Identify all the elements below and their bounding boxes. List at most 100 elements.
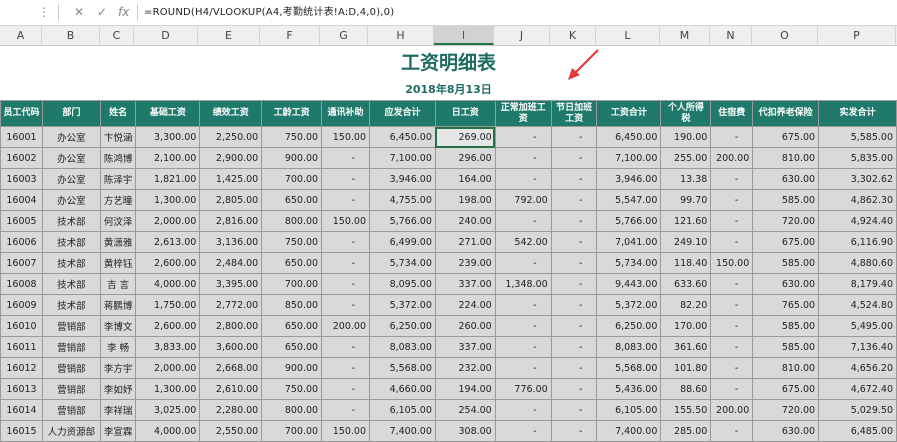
table-cell[interactable]: 技术部: [41, 294, 101, 316]
table-cell[interactable]: 164.00: [434, 168, 496, 190]
table-cell[interactable]: 营销部: [41, 399, 101, 421]
table-cell[interactable]: -: [321, 252, 371, 274]
column-header-j[interactable]: J: [494, 26, 550, 45]
table-cell[interactable]: 650.00: [261, 336, 323, 358]
table-cell[interactable]: 765.00: [752, 294, 820, 316]
table-cell[interactable]: 150.00: [321, 420, 371, 442]
column-header-d[interactable]: D: [134, 26, 198, 45]
table-cell[interactable]: 7,136.40: [818, 336, 897, 358]
table-cell[interactable]: 776.00: [494, 378, 552, 400]
table-cell[interactable]: -: [494, 315, 552, 337]
table-cell[interactable]: 4,672.40: [818, 378, 897, 400]
table-cell[interactable]: 675.00: [752, 126, 820, 148]
table-cell[interactable]: 800.00: [261, 210, 323, 232]
table-cell[interactable]: -: [321, 336, 371, 358]
table-cell[interactable]: -: [550, 168, 598, 190]
table-cell[interactable]: 585.00: [752, 336, 820, 358]
table-cell[interactable]: 营销部: [41, 357, 101, 379]
column-header-k[interactable]: K: [550, 26, 596, 45]
table-cell[interactable]: -: [494, 399, 552, 421]
table-cell[interactable]: 2,000.00: [135, 210, 201, 232]
table-cell[interactable]: 296.00: [434, 147, 496, 169]
table-cell[interactable]: 16003: [0, 168, 43, 190]
table-cell[interactable]: -: [710, 189, 754, 211]
table-cell[interactable]: 李博文: [99, 315, 137, 337]
table-cell[interactable]: 650.00: [261, 252, 323, 274]
table-cell[interactable]: 1,300.00: [135, 189, 201, 211]
table-header-cell[interactable]: 日工资: [434, 100, 496, 127]
table-cell[interactable]: 3,025.00: [135, 399, 201, 421]
table-cell[interactable]: 5,436.00: [596, 378, 662, 400]
table-cell[interactable]: 16012: [0, 357, 43, 379]
table-cell[interactable]: 9,443.00: [596, 273, 662, 295]
table-cell[interactable]: 700.00: [261, 420, 323, 442]
table-cell[interactable]: 4,000.00: [135, 420, 201, 442]
table-cell[interactable]: 2,816.00: [199, 210, 263, 232]
table-header-cell[interactable]: 工龄工资: [261, 100, 323, 127]
table-cell[interactable]: 4,755.00: [369, 189, 436, 211]
table-cell[interactable]: -: [494, 357, 552, 379]
table-cell[interactable]: 5,029.50: [818, 399, 897, 421]
table-header-cell[interactable]: 节日加班工资: [550, 100, 598, 127]
table-cell[interactable]: 7,100.00: [596, 147, 662, 169]
table-cell[interactable]: 800.00: [261, 399, 323, 421]
table-cell[interactable]: 255.00: [660, 147, 712, 169]
table-header-cell[interactable]: 实发合计: [818, 100, 897, 127]
table-cell[interactable]: 16013: [0, 378, 43, 400]
table-cell[interactable]: 850.00: [261, 294, 323, 316]
table-cell[interactable]: -: [321, 189, 371, 211]
table-cell[interactable]: 810.00: [752, 357, 820, 379]
table-cell[interactable]: 5,568.00: [596, 357, 662, 379]
table-header-cell[interactable]: 个人所得税: [660, 100, 712, 127]
table-cell[interactable]: 卞悦涵: [99, 126, 137, 148]
table-cell[interactable]: 2,280.00: [199, 399, 263, 421]
table-cell[interactable]: 1,300.00: [135, 378, 201, 400]
table-cell[interactable]: -: [321, 231, 371, 253]
table-cell[interactable]: 254.00: [434, 399, 496, 421]
table-cell[interactable]: 8,083.00: [596, 336, 662, 358]
table-cell[interactable]: 271.00: [434, 231, 496, 253]
enter-icon[interactable]: ✓: [97, 0, 107, 25]
table-cell[interactable]: 李 畅: [99, 336, 137, 358]
table-cell[interactable]: 155.50: [660, 399, 712, 421]
table-cell[interactable]: 792.00: [494, 189, 552, 211]
table-cell[interactable]: 3,136.00: [199, 231, 263, 253]
table-cell[interactable]: -: [321, 147, 371, 169]
table-cell[interactable]: 269.00: [434, 126, 496, 148]
table-cell[interactable]: 585.00: [752, 189, 820, 211]
table-cell[interactable]: -: [550, 189, 598, 211]
table-cell[interactable]: -: [550, 336, 598, 358]
table-header-cell[interactable]: 员工代码: [0, 100, 43, 127]
column-header-p[interactable]: P: [818, 26, 896, 45]
table-cell[interactable]: 7,400.00: [596, 420, 662, 442]
table-cell[interactable]: -: [550, 294, 598, 316]
table-cell[interactable]: 3,395.00: [199, 273, 263, 295]
table-cell[interactable]: 3,300.00: [135, 126, 201, 148]
table-cell[interactable]: 232.00: [434, 357, 496, 379]
table-cell[interactable]: -: [550, 210, 598, 232]
table-cell[interactable]: 900.00: [261, 357, 323, 379]
table-cell[interactable]: -: [321, 273, 371, 295]
table-cell[interactable]: -: [550, 126, 598, 148]
table-cell[interactable]: 4,524.80: [818, 294, 897, 316]
table-cell[interactable]: 黄潇雅: [99, 231, 137, 253]
column-header-l[interactable]: L: [596, 26, 660, 45]
table-cell[interactable]: 技术部: [41, 231, 101, 253]
table-cell[interactable]: -: [710, 168, 754, 190]
table-cell[interactable]: -: [494, 294, 552, 316]
column-header-c[interactable]: C: [100, 26, 134, 45]
table-cell[interactable]: -: [494, 126, 552, 148]
table-cell[interactable]: 16011: [0, 336, 43, 358]
table-cell[interactable]: -: [550, 273, 598, 295]
table-cell[interactable]: 5,766.00: [369, 210, 436, 232]
table-cell[interactable]: -: [321, 357, 371, 379]
table-cell[interactable]: -: [550, 315, 598, 337]
table-cell[interactable]: 7,400.00: [369, 420, 436, 442]
table-cell[interactable]: 技术部: [41, 252, 101, 274]
table-cell[interactable]: 8,095.00: [369, 273, 436, 295]
table-cell[interactable]: 8,179.40: [818, 273, 897, 295]
column-header-b[interactable]: B: [42, 26, 100, 45]
table-cell[interactable]: 16004: [0, 189, 43, 211]
table-cell[interactable]: 营销部: [41, 378, 101, 400]
table-cell[interactable]: 170.00: [660, 315, 712, 337]
